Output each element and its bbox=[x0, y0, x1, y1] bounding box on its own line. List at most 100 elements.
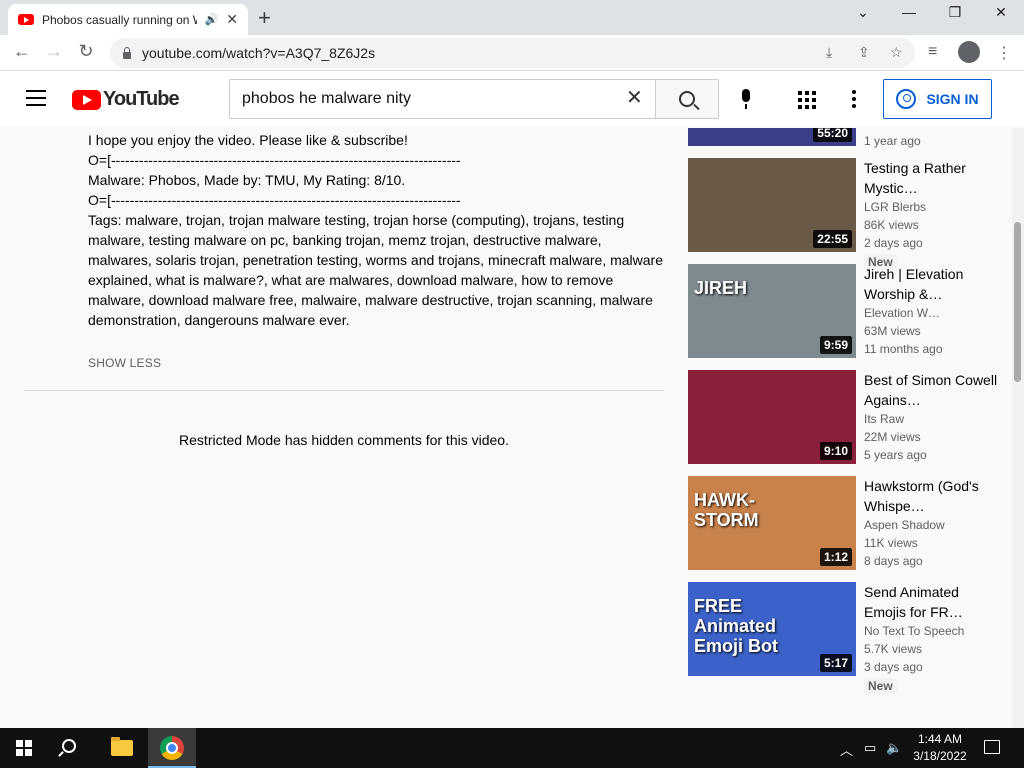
install-app-icon[interactable]: ⤓ bbox=[826, 44, 832, 61]
description-line: Malware: Phobos, Made by: TMU, My Rating… bbox=[88, 172, 406, 188]
speaker-icon[interactable]: 🔊 bbox=[205, 13, 219, 26]
divider bbox=[24, 390, 664, 391]
video-thumbnail[interactable]: 22:55 bbox=[688, 158, 856, 252]
video-views: 5.7K views bbox=[864, 642, 923, 656]
browser-tab[interactable]: Phobos casually running on W 🔊 ✕ bbox=[8, 4, 248, 35]
taskbar-search-icon[interactable] bbox=[62, 739, 76, 753]
address-bar[interactable]: youtube.com/watch?v=A3Q7_8Z6J2s bbox=[110, 38, 915, 68]
video-views: 22M views bbox=[864, 430, 921, 444]
new-badge: New bbox=[864, 678, 897, 694]
youtube-play-icon bbox=[72, 89, 101, 110]
windows-start-icon[interactable] bbox=[16, 740, 32, 756]
video-meta[interactable]: Jireh | Elevation Worship &… Elevation W…… bbox=[864, 264, 1004, 358]
video-meta[interactable]: Best of Simon Cowell Agains… Its Raw 22M v… bbox=[864, 370, 1004, 464]
video-age: 2 days ago bbox=[864, 236, 923, 250]
thumbnail-caption: HAWK- STORM bbox=[694, 490, 759, 530]
video-meta[interactable]: Send Animated Emojis for FR… No Text To S… bbox=[864, 582, 1004, 695]
search-button[interactable] bbox=[655, 79, 719, 119]
url-text: youtube.com/watch?v=A3Q7_8Z6J2s bbox=[142, 45, 376, 61]
video-thumbnail[interactable]: 55:20 bbox=[688, 128, 856, 146]
settings-kebab-icon[interactable] bbox=[852, 90, 856, 111]
media-control-icon[interactable]: ≡ bbox=[928, 43, 937, 61]
search-query-text: phobos he malware nity bbox=[242, 90, 411, 107]
restore-button[interactable]: ❐ bbox=[940, 4, 970, 21]
taskbar-clock[interactable]: 1:44 AM 3/18/2022 bbox=[910, 731, 970, 765]
youtube-header: YouTube phobos he malware nity ✕ SIGN IN bbox=[0, 71, 1024, 127]
close-tab-icon[interactable]: ✕ bbox=[226, 11, 238, 28]
thumbnail-caption: FREE Animated Emoji Bot bbox=[694, 596, 778, 656]
video-age: 11 months ago bbox=[864, 342, 943, 356]
video-meta[interactable]: 1 year ago bbox=[864, 132, 1004, 150]
chrome-menu-icon[interactable]: ⋮ bbox=[996, 43, 1012, 63]
profile-avatar-icon[interactable] bbox=[958, 41, 980, 63]
sign-in-button[interactable]: SIGN IN bbox=[883, 79, 992, 119]
bookmark-star-icon[interactable]: ☆ bbox=[890, 44, 903, 61]
forward-button[interactable]: → bbox=[42, 41, 66, 62]
browser-tab-strip: Phobos casually running on W 🔊 ✕ + ⌄ — ❐… bbox=[0, 0, 1024, 35]
minimize-button[interactable]: — bbox=[894, 4, 924, 20]
video-age: 3 days ago bbox=[864, 660, 923, 674]
video-title: Jireh | Elevation Worship &… bbox=[864, 266, 964, 302]
video-duration: 22:55 bbox=[813, 230, 852, 248]
video-channel: No Text To Speech bbox=[864, 624, 965, 638]
tab-title: Phobos casually running on W bbox=[42, 12, 197, 27]
video-description: I hope you enjoy the video. Please like … bbox=[88, 130, 668, 330]
reload-button[interactable]: ↻ bbox=[74, 41, 98, 62]
network-icon[interactable]: ▭ bbox=[864, 740, 876, 756]
user-circle-icon bbox=[896, 89, 917, 109]
video-age: 1 year ago bbox=[864, 134, 921, 148]
video-duration: 1:12 bbox=[819, 548, 852, 566]
video-thumbnail[interactable]: HAWK- STORM 1:12 bbox=[688, 476, 856, 570]
page-scrollbar[interactable] bbox=[1012, 128, 1024, 728]
video-channel: LGR Blerbs bbox=[864, 200, 927, 214]
video-duration: 9:59 bbox=[819, 336, 852, 354]
video-title: Send Animated Emojis for FR… bbox=[864, 584, 963, 620]
video-title: Hawkstorm (God's Whispe… bbox=[864, 478, 979, 514]
video-channel: Elevation W… bbox=[864, 306, 941, 320]
video-meta[interactable]: Hawkstorm (God's Whispe… Aspen Shadow 11K … bbox=[864, 476, 1004, 570]
video-thumbnail[interactable]: FREE Animated Emoji Bot 5:17 bbox=[688, 582, 856, 676]
video-duration: 55:20 bbox=[813, 128, 852, 142]
thumbnail-caption: JIREH bbox=[694, 278, 748, 298]
windows-taskbar: ︿ ▭ 🔈 1:44 AM 3/18/2022 bbox=[0, 728, 1024, 768]
show-hidden-icons-icon[interactable]: ︿ bbox=[840, 740, 853, 759]
chrome-icon bbox=[160, 736, 184, 760]
video-channel: Aspen Shadow bbox=[864, 518, 945, 532]
show-less-button[interactable]: SHOW LESS bbox=[88, 356, 161, 370]
video-duration: 5:17 bbox=[819, 654, 852, 672]
search-icon bbox=[679, 91, 695, 107]
video-views: 63M views bbox=[864, 324, 921, 338]
youtube-logo[interactable]: YouTube bbox=[72, 88, 180, 111]
file-explorer-icon[interactable] bbox=[111, 737, 133, 756]
video-thumbnail[interactable]: 9:10 bbox=[688, 370, 856, 464]
microphone-icon[interactable] bbox=[739, 89, 753, 109]
clock-time: 1:44 AM bbox=[917, 732, 963, 746]
share-icon[interactable]: ⇪ bbox=[858, 44, 870, 61]
description-separator: O=[-------------------------------------… bbox=[88, 152, 461, 168]
tab-search-icon[interactable]: ⌄ bbox=[848, 4, 878, 21]
hamburger-menu-icon[interactable] bbox=[26, 90, 46, 106]
description-separator: O=[-------------------------------------… bbox=[88, 192, 461, 208]
lock-icon[interactable] bbox=[122, 47, 132, 59]
video-meta[interactable]: Testing a Rather Mystic… LGR Blerbs 86K vi… bbox=[864, 158, 1004, 271]
scrollbar-thumb[interactable] bbox=[1014, 222, 1021, 382]
new-tab-button[interactable]: + bbox=[258, 5, 271, 31]
browser-toolbar: ← → ↻ youtube.com/watch?v=A3Q7_8Z6J2s ⤓ … bbox=[0, 35, 1024, 71]
video-age: 8 days ago bbox=[864, 554, 923, 568]
volume-icon[interactable]: 🔈 bbox=[886, 740, 902, 756]
close-window-button[interactable]: ✕ bbox=[986, 4, 1016, 21]
video-age: 5 years ago bbox=[864, 448, 927, 462]
description-line: I hope you enjoy the video. Please like … bbox=[88, 132, 408, 148]
apps-grid-icon[interactable] bbox=[798, 91, 816, 109]
clock-date: 3/18/2022 bbox=[913, 749, 967, 763]
video-views: 11K views bbox=[864, 536, 918, 550]
video-title: Testing a Rather Mystic… bbox=[864, 160, 966, 196]
clear-search-icon[interactable]: ✕ bbox=[626, 88, 643, 108]
video-title: Best of Simon Cowell Agains… bbox=[864, 372, 998, 408]
back-button[interactable]: ← bbox=[10, 41, 34, 62]
notifications-icon[interactable] bbox=[984, 740, 1000, 754]
video-duration: 9:10 bbox=[819, 442, 852, 460]
video-thumbnail[interactable]: JIREH 9:59 bbox=[688, 264, 856, 358]
youtube-logo-text: YouTube bbox=[103, 88, 180, 110]
search-input[interactable]: phobos he malware nity bbox=[229, 79, 656, 119]
